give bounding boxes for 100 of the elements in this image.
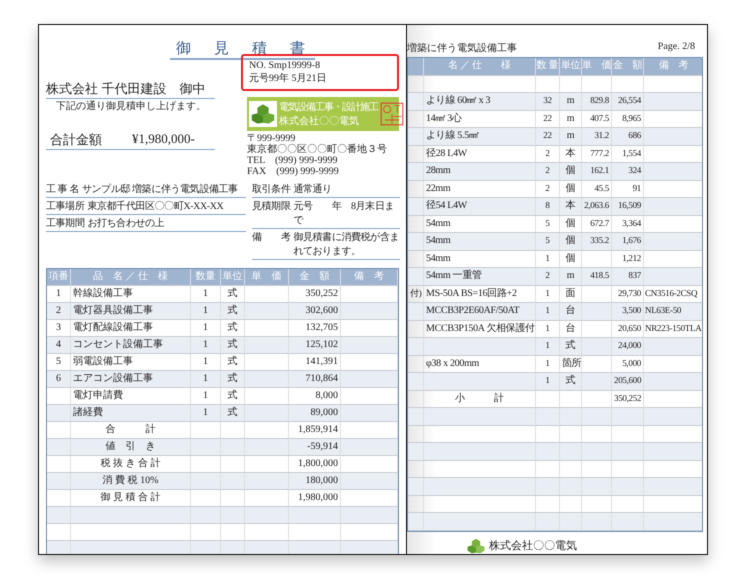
table-cell: 20,650 — [612, 320, 644, 337]
table-cell: 8,965 — [612, 110, 644, 127]
table-cell: 式 — [560, 338, 582, 354]
field-value: 御見積書に消費税が含まれております。 — [293, 230, 400, 258]
table-cell: 5 — [536, 233, 560, 250]
phone-number: TEL (999) 999-9999 — [247, 155, 338, 166]
company-tagline: 電気設備工事・設計施工 — [279, 100, 378, 114]
table-cell: 22 — [536, 110, 560, 127]
table-cell: 本 — [560, 198, 582, 214]
table-cell: 個 — [560, 163, 582, 180]
table-cell: 2,063.6 — [582, 198, 612, 214]
table-cell: 2 — [47, 303, 71, 319]
table-cell: 1 — [47, 286, 71, 302]
table-cell: 電灯器具設備工事 — [71, 303, 191, 319]
column-header: 数量 — [191, 269, 221, 285]
project-title: 増築に伴う電気設備工事 — [407, 42, 517, 55]
seal-stamp-icon — [380, 102, 404, 126]
field-label: 工事期間 — [46, 216, 84, 230]
table-cell: 54mm 一重管 — [424, 268, 536, 284]
table-cell: 22mm — [424, 180, 536, 197]
table-cell: 1 — [191, 303, 221, 319]
table-cell: 幹線設備工事 — [71, 286, 191, 302]
field-label: 備 考 — [252, 230, 290, 245]
column-header: 備 考 — [341, 269, 398, 285]
table-cell: 29,730 — [612, 286, 644, 302]
table-cell: 8,000 — [289, 388, 341, 404]
table-cell: 32 — [536, 93, 560, 110]
table-cell: 値 引 き — [71, 439, 191, 455]
table-cell: 302,600 — [289, 303, 341, 319]
column-header: 単 価 — [245, 269, 289, 285]
table-cell: 24,000 — [612, 338, 644, 354]
table-cell: 180,000 — [289, 473, 341, 489]
table-cell: 2 — [536, 180, 560, 197]
table-cell: 54mm — [424, 233, 536, 250]
table-cell: 1 — [536, 320, 560, 337]
field-label: 取引条件 — [252, 183, 290, 196]
table-cell: 2 — [536, 268, 560, 284]
table-cell: 132,705 — [289, 320, 341, 336]
table-cell: 31.2 — [582, 128, 612, 144]
table-cell: 672.7 — [582, 216, 612, 232]
table-cell: 1 — [536, 303, 560, 320]
table-cell: 個 — [560, 250, 582, 267]
table-cell: 電灯配線設備工事 — [71, 320, 191, 336]
table-cell: 付) — [408, 286, 424, 302]
recipient-name: 株式会社 千代田建設 御中 — [46, 80, 216, 99]
table-cell: 諸経費 — [71, 405, 191, 421]
column-header: 単位 — [221, 269, 245, 285]
table-cell: 2 — [536, 146, 560, 162]
document-title: 御 見 積 書 — [170, 39, 315, 60]
table-cell: 合 計 — [71, 422, 191, 438]
table-cell: MS-50A BS=16回路+2 — [424, 286, 536, 302]
table-cell: 1 — [191, 405, 221, 421]
table-cell: 324 — [612, 163, 644, 180]
table-cell: 1,980,000 — [289, 490, 341, 506]
table-cell: 350,252 — [289, 286, 341, 302]
table-cell: 1 — [191, 371, 221, 387]
table-cell: 式 — [221, 405, 245, 421]
table-cell-text: NL63E-50 — [644, 304, 682, 317]
table-cell: 4 — [47, 337, 71, 353]
table-cell: 個 — [560, 233, 582, 250]
table-cell: 829.8 — [582, 93, 612, 110]
table-cell: 台 — [560, 303, 582, 320]
table-cell: エアコン設備工事 — [71, 371, 191, 387]
table-cell: 2 — [536, 163, 560, 180]
table-cell: MCCB3P150A 欠相保護付 — [424, 320, 536, 337]
table-cell: 28mm — [424, 163, 536, 180]
cubes-logo-icon — [249, 101, 277, 127]
field-value: 元号 年 8月末日まで — [293, 200, 396, 227]
table-cell: 電灯申請費 — [71, 388, 191, 404]
table-cell: 125,102 — [289, 337, 341, 353]
cubes-logo-icon — [467, 538, 485, 554]
table-cell: より線 60㎟ x 3 — [424, 93, 536, 110]
total-label: 合計金額 — [50, 131, 102, 149]
table-cell: コンセント設備工事 — [71, 337, 191, 353]
column-header: 備 考 — [658, 58, 690, 73]
table-cell: 個 — [560, 180, 582, 197]
table-cell: 1 — [191, 388, 221, 404]
table-cell: 54mm — [424, 250, 536, 267]
table-cell: 6 — [47, 371, 71, 387]
column-header: 名 ／ 仕 様 — [424, 58, 536, 74]
table-cell: より線 5.5㎟ — [424, 128, 536, 144]
table-cell: 141,391 — [289, 354, 341, 370]
table-cell: 89,000 — [289, 405, 341, 421]
table-cell: 径28 L4W — [424, 146, 536, 162]
table-cell: 消 費 税 10% — [71, 473, 191, 489]
table-cell: 1 — [191, 320, 221, 336]
table-cell: 式 — [221, 371, 245, 387]
table-cell: 1 — [536, 250, 560, 267]
table-cell: 335.2 — [582, 233, 612, 250]
field-label: 工 事 名 — [46, 182, 80, 196]
total-amount: ¥1,980,000- — [132, 131, 195, 148]
table-cell: 3 — [47, 320, 71, 336]
table-cell: 式 — [221, 337, 245, 353]
table-cell: 1 — [191, 354, 221, 370]
table-cell: 1 — [536, 286, 560, 302]
table-cell: 26,554 — [612, 93, 644, 110]
table-cell: 式 — [560, 373, 582, 390]
company-address: 東京都〇〇区〇〇町〇番地３号 — [247, 144, 388, 155]
table-cell: 式 — [221, 320, 245, 336]
table-cell: 16,509 — [612, 198, 644, 214]
